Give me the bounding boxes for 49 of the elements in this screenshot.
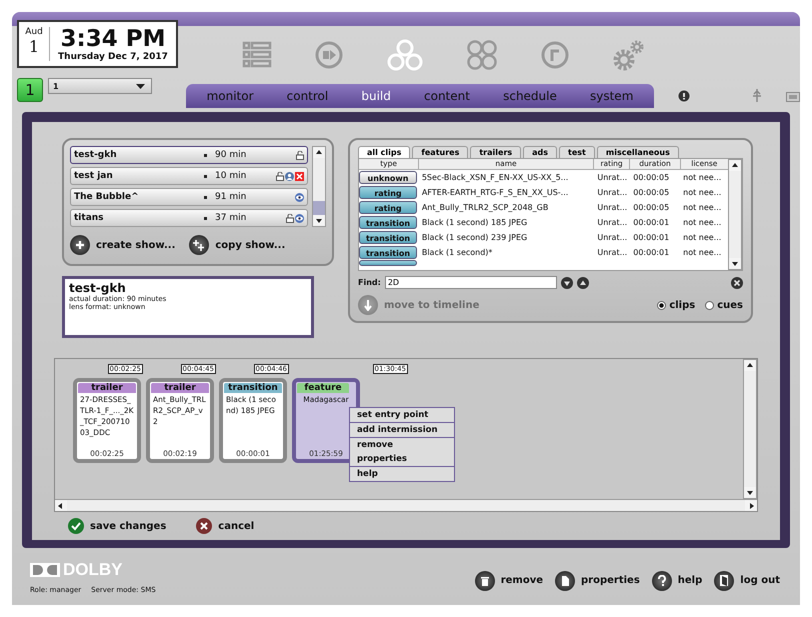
show-info-title: test-gkh <box>69 281 127 295</box>
type-chip: transition <box>359 216 417 229</box>
table-cell-text: 00:00:01 <box>632 233 670 242</box>
table-cell-text: not nee... <box>682 233 722 242</box>
auditorium-label: Aud <box>25 27 43 37</box>
clip-type-label: transition <box>224 383 282 393</box>
table-cell-text: not nee... <box>682 248 722 257</box>
show-duration: 37 min <box>215 213 248 223</box>
table-cell-text: not nee... <box>682 173 722 182</box>
table-cell-text: Unrat... <box>596 218 628 227</box>
clip-type-label: feature <box>297 383 349 393</box>
clock-date: Thursday Dec 7, 2017 <box>58 52 168 62</box>
clip-type-label: trailer <box>151 383 209 393</box>
find-label: Find: <box>358 278 381 287</box>
show-name: titans <box>74 213 105 223</box>
table-cell-text: Black (1 second) 239 JPEG <box>420 233 528 242</box>
table-cell-text: not nee... <box>682 218 722 227</box>
table-cell-text: Unrat... <box>596 173 628 182</box>
table-cell-text: Black (1 second)* <box>420 248 494 257</box>
type-chip: rating <box>359 186 417 199</box>
type-chip: rating <box>359 201 417 214</box>
table-cell-text: 00:00:05 <box>632 173 670 182</box>
table-cell-text: not nee... <box>682 203 722 212</box>
show-duration: 90 min <box>215 150 248 160</box>
table-cell-text: Unrat... <box>596 233 628 242</box>
show-duration: 91 min <box>215 192 248 202</box>
table-cell-text: Unrat... <box>596 248 628 257</box>
auditorium-number: 1 <box>28 37 40 56</box>
type-chip: transition <box>359 246 417 259</box>
clip-type-label: trailer <box>78 383 136 393</box>
table-cell-text: not nee... <box>682 188 722 197</box>
table-cell-text: Unrat... <box>596 203 628 212</box>
table-cell-text: Ant_Bully_TRLR2_SCP_2048_GB <box>420 203 550 212</box>
show-name: test-gkh <box>74 150 118 160</box>
table-cell-text: 00:00:01 <box>632 218 670 227</box>
show-duration: 10 min <box>215 171 248 181</box>
clock-time: 3:34 PM <box>60 26 166 52</box>
show-name: The Bubble^ <box>74 192 140 202</box>
table-cell-text: AFTER-EARTH_RTG-F_S_EN_XX_US-... <box>420 188 570 197</box>
type-chip: unknown <box>359 171 417 184</box>
type-chip: transition <box>359 231 417 244</box>
table-cell-text: 00:00:01 <box>632 248 670 257</box>
table-cell-text: 5Sec-Black_XSN_F_EN-XX_US-XX_5... <box>420 173 570 182</box>
table-cell-text: 00:00:05 <box>632 188 670 197</box>
table-cell-text: Unrat... <box>596 188 628 197</box>
logo-text: DOLBY <box>63 560 122 580</box>
table-cell-text: Black (1 second) 185 JPEG <box>420 218 528 227</box>
table-cell-text: 00:00:05 <box>632 203 670 212</box>
show-name: test jan <box>74 171 114 181</box>
